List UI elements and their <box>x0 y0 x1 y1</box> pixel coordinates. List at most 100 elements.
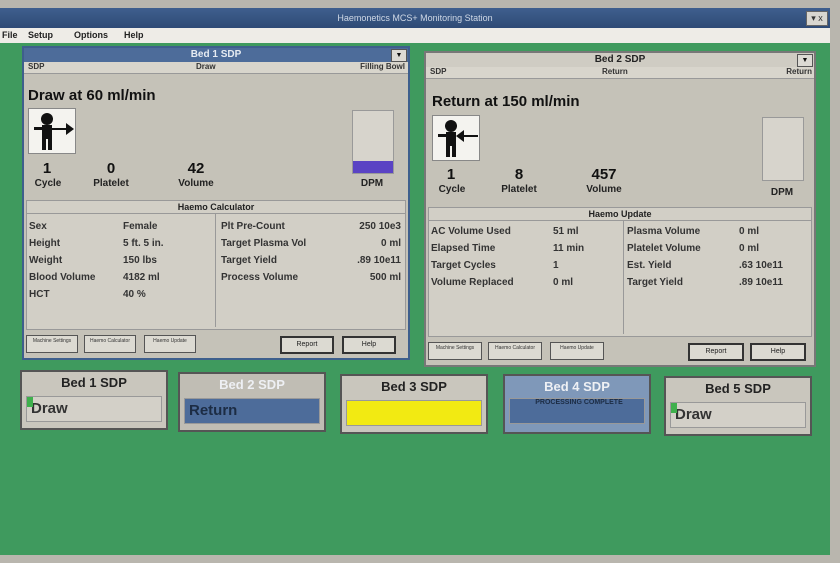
bed2-report-button[interactable]: Report <box>688 343 744 361</box>
bed2-update-divider <box>623 220 624 334</box>
bed2-dropdown-icon[interactable]: ▼ <box>797 54 813 67</box>
bed-1-status: Draw <box>26 396 162 422</box>
bed2-help-button[interactable]: Help <box>750 343 806 361</box>
donor-return-icon <box>432 115 480 161</box>
bed1-header-phase: Draw <box>196 62 216 71</box>
bed-1-title: Bed 1 SDP <box>61 375 127 390</box>
bed2-header-phase: Return <box>602 67 628 76</box>
bed-5-level-marker <box>671 403 677 413</box>
bed2-platelet-value: 8 <box>514 166 524 183</box>
bed2-button-bar: Machine Settings Haemo Calculator Haemo … <box>426 339 814 365</box>
window-control-button[interactable]: ▾ x <box>806 11 828 26</box>
bed1-report-button[interactable]: Report <box>280 336 334 354</box>
bed2-volume-label: Volume <box>586 184 622 195</box>
bed2-dpm-label: DPM <box>770 187 794 198</box>
sex-label: Sex <box>29 221 47 232</box>
menu-setup[interactable]: Setup <box>28 30 53 40</box>
bed-4-tile[interactable]: Bed 4 SDP PROCESSING COMPLETE <box>503 374 651 434</box>
process-volume-label: Process Volume <box>221 272 299 283</box>
menu-file[interactable]: File <box>2 30 18 40</box>
bed1-calc-divider <box>215 213 216 327</box>
height-label: Height <box>29 238 61 249</box>
est-yield-value: .63 10e11 <box>739 260 783 271</box>
bed1-panel: Bed 1 SDP ▼ SDP Draw Filling Bowl Draw a… <box>22 46 410 360</box>
bed-5-status: Draw <box>670 402 806 428</box>
bed2-haemo-update-button[interactable]: Haemo Update <box>550 342 604 360</box>
bed2-header-procedure: SDP <box>430 67 447 76</box>
bed-3-status <box>346 400 482 426</box>
bed-4-status: PROCESSING COMPLETE <box>509 398 645 424</box>
process-volume-value: 500 ml <box>369 272 401 283</box>
sex-value: Female <box>123 221 158 232</box>
height-value: 5 ft. 5 in. <box>123 238 164 249</box>
bed1-cycle-value: 1 <box>42 160 52 177</box>
bed2-header: SDP Return Return <box>426 67 814 79</box>
plt-pre-count-value: 250 10e3 <box>359 221 401 232</box>
bed-2-title: Bed 2 SDP <box>219 377 285 392</box>
elapsed-time-label: Elapsed Time <box>431 243 496 254</box>
platelet-volume-label: Platelet Volume <box>627 243 701 254</box>
bed1-volume-value: 42 <box>187 160 205 177</box>
bed-1-status-text: Draw <box>31 400 68 417</box>
haemo-calculator-section: Haemo Calculator Sex Female Height 5 ft.… <box>26 200 406 330</box>
bed-1-level-marker <box>27 397 33 407</box>
donor-draw-icon <box>28 108 76 154</box>
window-title: Haemonetics MCS+ Monitoring Station <box>337 13 493 23</box>
bed-4-title: Bed 4 SDP <box>544 379 610 394</box>
bed2-cycle-value: 1 <box>446 166 456 183</box>
bed-5-tile[interactable]: Bed 5 SDP Draw <box>664 376 812 436</box>
plt-pre-count-label: Plt Pre-Count <box>221 221 285 232</box>
bed1-dpm-label: DPM <box>360 178 384 189</box>
bed1-help-button[interactable]: Help <box>342 336 396 354</box>
ac-volume-used-value: 51 ml <box>553 226 579 237</box>
bed2-target-yield-label: Target Yield <box>627 277 683 288</box>
bed-5-status-text: Draw <box>675 406 712 423</box>
bed1-volume-label: Volume <box>178 178 214 189</box>
hct-label: HCT <box>29 289 50 300</box>
bed2-volume-value: 457 <box>591 166 617 183</box>
haemo-calculator-title: Haemo Calculator <box>27 201 405 214</box>
machine-settings-button[interactable]: Machine Settings <box>26 335 78 353</box>
plasma-volume-label: Plasma Volume <box>627 226 701 237</box>
bed1-panel-title: Bed 1 SDP <box>24 48 408 62</box>
bed2-machine-settings-button[interactable]: Machine Settings <box>428 342 482 360</box>
bed2-haemo-calculator-button[interactable]: Haemo Calculator <box>488 342 542 360</box>
bed2-header-state: Return <box>786 67 812 76</box>
bed-3-tile[interactable]: Bed 3 SDP <box>340 374 488 434</box>
window-title-bar: Haemonetics MCS+ Monitoring Station ▾ x <box>0 8 830 28</box>
haemo-update-button[interactable]: Haemo Update <box>144 335 196 353</box>
target-plasma-vol-value: 0 ml <box>380 238 401 249</box>
bed-2-status-text: Return <box>189 402 238 419</box>
est-yield-label: Est. Yield <box>627 260 672 271</box>
target-yield-label: Target Yield <box>221 255 277 266</box>
bed-3-title: Bed 3 SDP <box>381 379 447 394</box>
bed1-dpm-gauge <box>352 110 394 174</box>
bed1-cycle-label: Cycle <box>34 178 62 189</box>
bed1-status-text: Draw at 60 ml/min <box>28 87 156 104</box>
weight-label: Weight <box>29 255 63 266</box>
hct-value: 40 % <box>123 289 146 300</box>
bed-1-tile[interactable]: Bed 1 SDP Draw <box>20 370 168 430</box>
bed-2-tile[interactable]: Bed 2 SDP Return <box>178 372 326 432</box>
menu-help[interactable]: Help <box>124 30 144 40</box>
haemo-update-title: Haemo Update <box>429 208 811 221</box>
elapsed-time-value: 11 min <box>553 243 585 254</box>
bed2-status-text: Return at 150 ml/min <box>432 93 580 110</box>
bed-2-status: Return <box>184 398 320 424</box>
bed2-dpm-gauge <box>762 117 804 181</box>
ac-volume-used-label: AC Volume Used <box>431 226 511 237</box>
weight-value: 150 lbs <box>123 255 157 266</box>
bed1-header-procedure: SDP <box>28 62 45 71</box>
bed1-dropdown-icon[interactable]: ▼ <box>391 49 407 62</box>
platelet-volume-value: 0 ml <box>739 243 760 254</box>
bed1-header: SDP Draw Filling Bowl <box>24 62 408 74</box>
bed1-dpm-fill <box>353 160 393 173</box>
bed2-platelet-label: Platelet <box>501 184 537 195</box>
bed1-platelet-value: 0 <box>106 160 116 177</box>
bed1-button-bar: Machine Settings Haemo Calculator Haemo … <box>24 332 408 358</box>
bed2-panel-title: Bed 2 SDP <box>426 53 814 68</box>
volume-replaced-value: 0 ml <box>553 277 574 288</box>
menu-options[interactable]: Options <box>74 30 108 40</box>
bed-4-status-text: PROCESSING COMPLETE <box>535 399 623 406</box>
haemo-calculator-button[interactable]: Haemo Calculator <box>84 335 136 353</box>
